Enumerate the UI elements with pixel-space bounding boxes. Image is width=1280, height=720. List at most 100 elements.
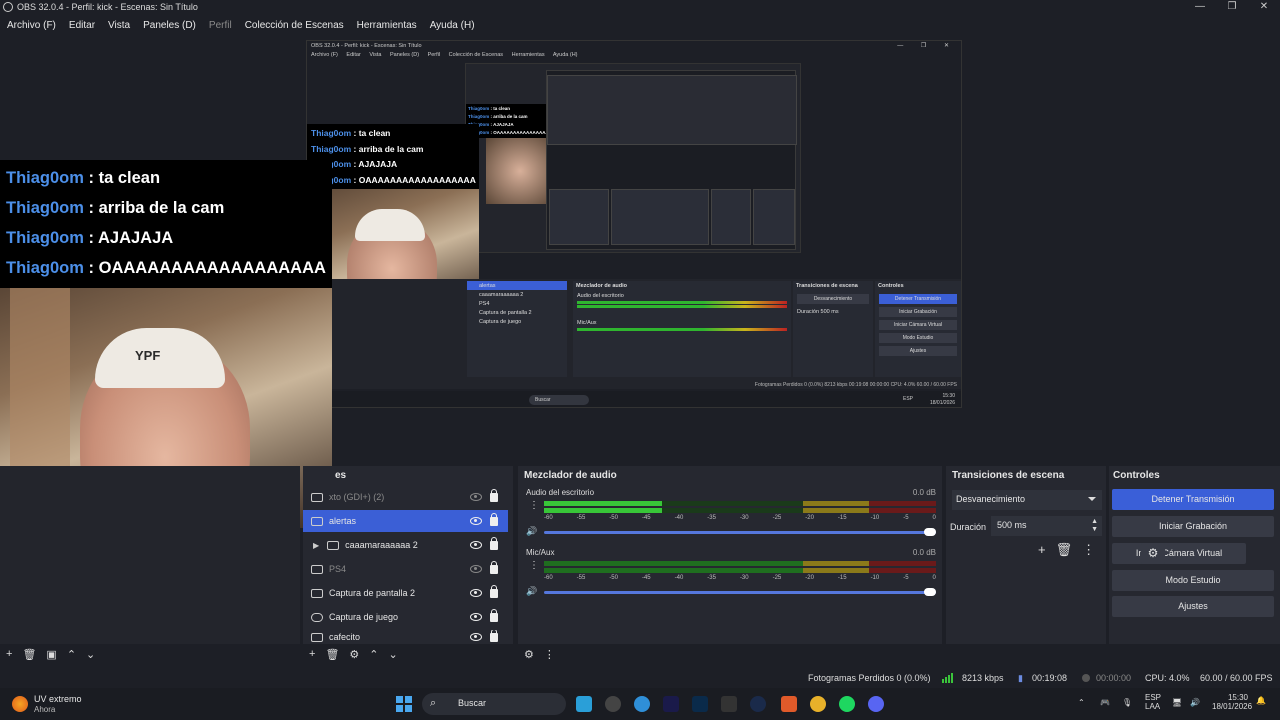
move-up-icon[interactable]: ⌃ [67, 648, 76, 661]
add-source-icon[interactable]: + [309, 648, 315, 660]
add-icon[interactable]: + [1038, 542, 1056, 557]
track-meter [544, 501, 936, 506]
clock[interactable]: 15:30 18/01/2026 [1212, 693, 1252, 711]
menu-ayuda[interactable]: Ayuda (H) [430, 20, 475, 31]
notification-icon[interactable]: 🔔 [1256, 696, 1266, 705]
visibility-icon[interactable] [470, 517, 482, 525]
visibility-hidden-icon[interactable] [470, 565, 482, 573]
start-recording-button[interactable]: Iniciar Grabación [1112, 516, 1274, 537]
nested-tray-date: 18/01/2026 [929, 400, 955, 406]
menu-herramientas[interactable]: Herramientas [357, 20, 417, 31]
mixer-menu-icon[interactable]: ⋮ [544, 648, 555, 661]
trash-icon[interactable]: 🗑 [1056, 542, 1083, 557]
deeper-sources [549, 189, 609, 245]
taskbar-search[interactable]: ⌕ Buscar [422, 693, 566, 715]
move-up-icon[interactable]: ⌃ [369, 648, 378, 661]
visibility-hidden-icon[interactable] [470, 493, 482, 501]
nested-deeper-capture [546, 70, 797, 250]
sources-title: es [335, 470, 347, 481]
move-down-icon[interactable]: ⌄ [389, 648, 398, 661]
premiere-icon[interactable] [663, 696, 679, 712]
studio-mode-button[interactable]: Modo Estudio [1112, 570, 1274, 591]
lock-icon[interactable] [490, 536, 498, 550]
gamepad-tray-icon[interactable]: 🎮 [1100, 698, 1110, 707]
more-icon[interactable]: ⋮ [1082, 542, 1105, 557]
spotify-icon[interactable] [839, 696, 855, 712]
chat-text: : OAAAAAAAAAAAAAAAAAA [88, 259, 326, 277]
stop-streaming-button[interactable]: Detener Transmisión [1112, 489, 1274, 510]
lock-icon[interactable] [490, 560, 498, 574]
advanced-audio-icon[interactable]: ⚙ [524, 648, 534, 661]
filters-icon[interactable]: ▣ [46, 648, 56, 661]
speaker-icon[interactable]: 🔊 [526, 526, 537, 537]
track-menu-icon[interactable]: ⋮ [529, 501, 539, 511]
volume-slider-handle[interactable] [924, 588, 936, 596]
obs-taskbar-icon[interactable] [605, 696, 621, 712]
track-menu-icon[interactable]: ⋮ [529, 561, 539, 571]
menu-editar[interactable]: Editar [69, 20, 95, 31]
spinner-arrows-icon[interactable]: ▲ ▼ [1091, 518, 1098, 534]
nested-mixer-panel: Mezclador de audio Audio del escritorio … [573, 281, 791, 377]
photoshop-icon[interactable] [692, 696, 708, 712]
lock-icon[interactable] [490, 608, 498, 622]
tray-overflow-icon[interactable]: ⌃ [1078, 698, 1085, 707]
chat-username: Thiag0om [311, 143, 352, 154]
settings-button[interactable]: Ajustes [1112, 596, 1274, 617]
lock-icon[interactable] [490, 584, 498, 598]
source-item[interactable]: xto (GDI+) (2) [303, 486, 508, 508]
menu-perfil[interactable]: Perfil [209, 20, 232, 31]
volume-slider[interactable] [544, 528, 936, 536]
discord-icon[interactable] [868, 696, 884, 712]
menu-coleccion-escenas[interactable]: Colección de Escenas [245, 20, 344, 31]
lock-icon[interactable] [490, 512, 498, 526]
lock-icon[interactable] [490, 488, 498, 502]
network-icon[interactable]: 🖥 [1172, 698, 1182, 707]
steam-icon[interactable] [750, 696, 766, 712]
source-item[interactable]: Captura de pantalla 2 [303, 582, 508, 604]
visibility-icon[interactable] [470, 541, 482, 549]
menu-paneles[interactable]: Paneles (D) [143, 20, 196, 31]
volume-tray-icon[interactable]: 🔊 [1190, 698, 1200, 707]
expand-arrow-icon[interactable]: ▶ [313, 541, 319, 550]
virtual-camera-settings-gear-icon[interactable]: ⚙ [1141, 543, 1165, 564]
menu-vista[interactable]: Vista [108, 20, 130, 31]
maximize-button[interactable]: ❐ [1216, 0, 1248, 14]
visibility-icon[interactable] [470, 613, 482, 621]
nested-transition-select: Desvanecimiento [797, 294, 869, 304]
add-scene-icon[interactable]: + [6, 648, 12, 660]
chrome-icon[interactable] [810, 696, 826, 712]
remove-source-icon[interactable]: 🗑 [325, 648, 339, 661]
duration-input[interactable]: 500 ms ▲ ▼ [991, 516, 1102, 536]
nested-transitions-title: Transiciones de escena [796, 283, 858, 289]
mic-tray-icon[interactable]: 🎙 [1122, 698, 1132, 707]
brave-icon[interactable] [781, 696, 797, 712]
lock-icon[interactable] [490, 630, 498, 642]
menu-archivo[interactable]: Archivo (F) [7, 20, 56, 31]
transition-select[interactable]: Desvanecimiento [952, 490, 1102, 510]
minimize-button[interactable]: — [1184, 0, 1216, 14]
meter-level [544, 508, 662, 513]
visibility-icon[interactable] [470, 589, 482, 597]
edge-icon[interactable] [634, 696, 650, 712]
nested-mixer-title: Mezclador de audio [576, 283, 628, 289]
visibility-icon[interactable] [470, 633, 482, 641]
source-properties-icon[interactable]: ⚙ [349, 648, 359, 661]
speaker-icon[interactable]: 🔊 [526, 586, 537, 597]
source-item[interactable]: PS4 [303, 558, 508, 580]
language-indicator[interactable]: ESP LAA [1145, 693, 1161, 711]
windows-start-icon[interactable] [396, 696, 412, 712]
source-item[interactable]: alertas [303, 510, 508, 532]
epic-games-icon[interactable] [721, 696, 737, 712]
source-item[interactable]: ▶ caaamaraaaaaa 2 [303, 534, 508, 556]
start-virtual-camera-button[interactable]: Iniciar Cámara Virtual [1112, 543, 1246, 564]
chat-username: Thiag0om [468, 106, 490, 111]
move-down-icon[interactable]: ⌄ [86, 648, 95, 661]
file-explorer-icon[interactable] [576, 696, 592, 712]
volume-slider-handle[interactable] [924, 528, 936, 536]
source-item[interactable]: Captura de juego [303, 606, 508, 628]
volume-slider[interactable] [544, 588, 936, 596]
nested-status-bar: Fotogramas Perdidos 0 (0.0%) 8213 kbps 0… [754, 382, 957, 388]
source-item[interactable]: cafecito [303, 630, 508, 644]
remove-scene-icon[interactable]: 🗑 [22, 648, 36, 661]
close-button[interactable]: ✕ [1248, 0, 1280, 14]
